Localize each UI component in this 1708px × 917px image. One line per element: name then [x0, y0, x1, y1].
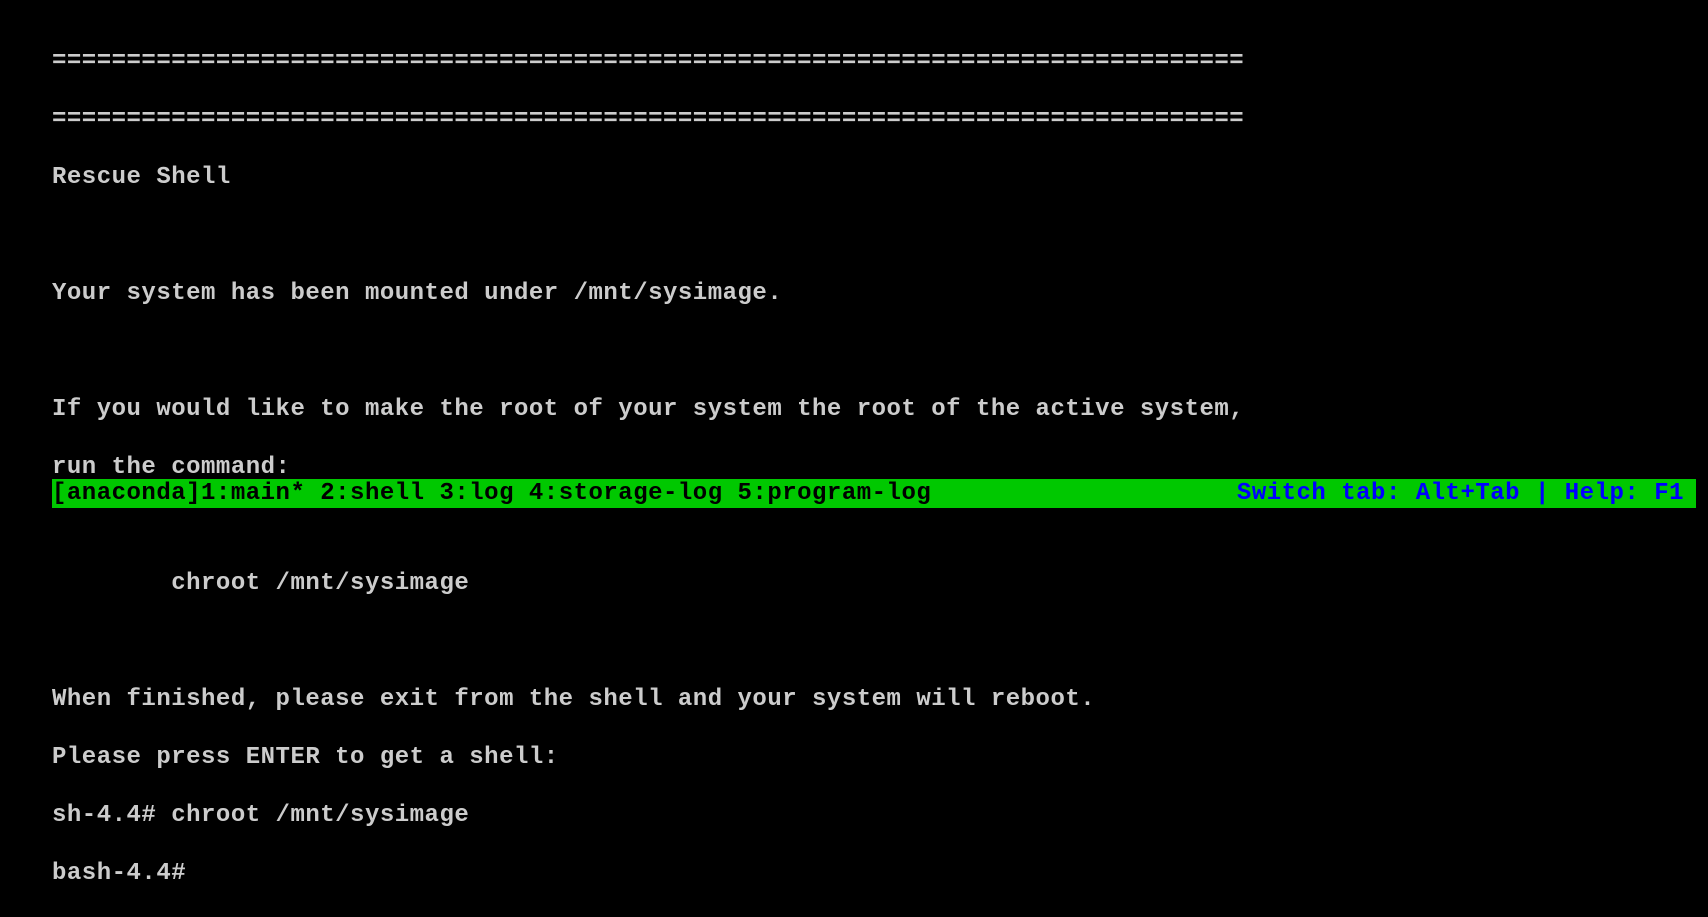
finished-message: When finished, please exit from the shel… — [52, 685, 1708, 714]
status-bar-help: Switch tab: Alt+Tab | Help: F1 — [1237, 479, 1696, 508]
bash-prompt-line[interactable]: bash-4.4# — [52, 859, 1708, 888]
blank-line — [52, 511, 1708, 540]
blank-line — [52, 627, 1708, 656]
rescue-title: Rescue Shell — [52, 163, 1708, 192]
terminal-output: ========================================… — [0, 0, 1708, 917]
root-message-1: If you would like to make the root of yo… — [52, 395, 1708, 424]
sh-prompt-line: sh-4.4# chroot /mnt/sysimage — [52, 801, 1708, 830]
mounted-message: Your system has been mounted under /mnt/… — [52, 279, 1708, 308]
divider-line: ========================================… — [52, 47, 1708, 76]
tmux-status-bar: [anaconda]1:main* 2:shell 3:log 4:storag… — [52, 479, 1696, 508]
blank-line — [52, 221, 1708, 250]
press-enter-message: Please press ENTER to get a shell: — [52, 743, 1708, 772]
root-message-2: run the command: — [52, 453, 1708, 482]
anaconda-prefix: [anaconda] — [52, 480, 201, 507]
tab-list[interactable]: 1:main* 2:shell 3:log 4:storage-log 5:pr… — [201, 480, 931, 507]
chroot-command: chroot /mnt/sysimage — [52, 569, 1708, 598]
status-bar-left: [anaconda]1:main* 2:shell 3:log 4:storag… — [52, 479, 1237, 508]
divider-line: ========================================… — [52, 105, 1708, 134]
blank-line — [52, 337, 1708, 366]
